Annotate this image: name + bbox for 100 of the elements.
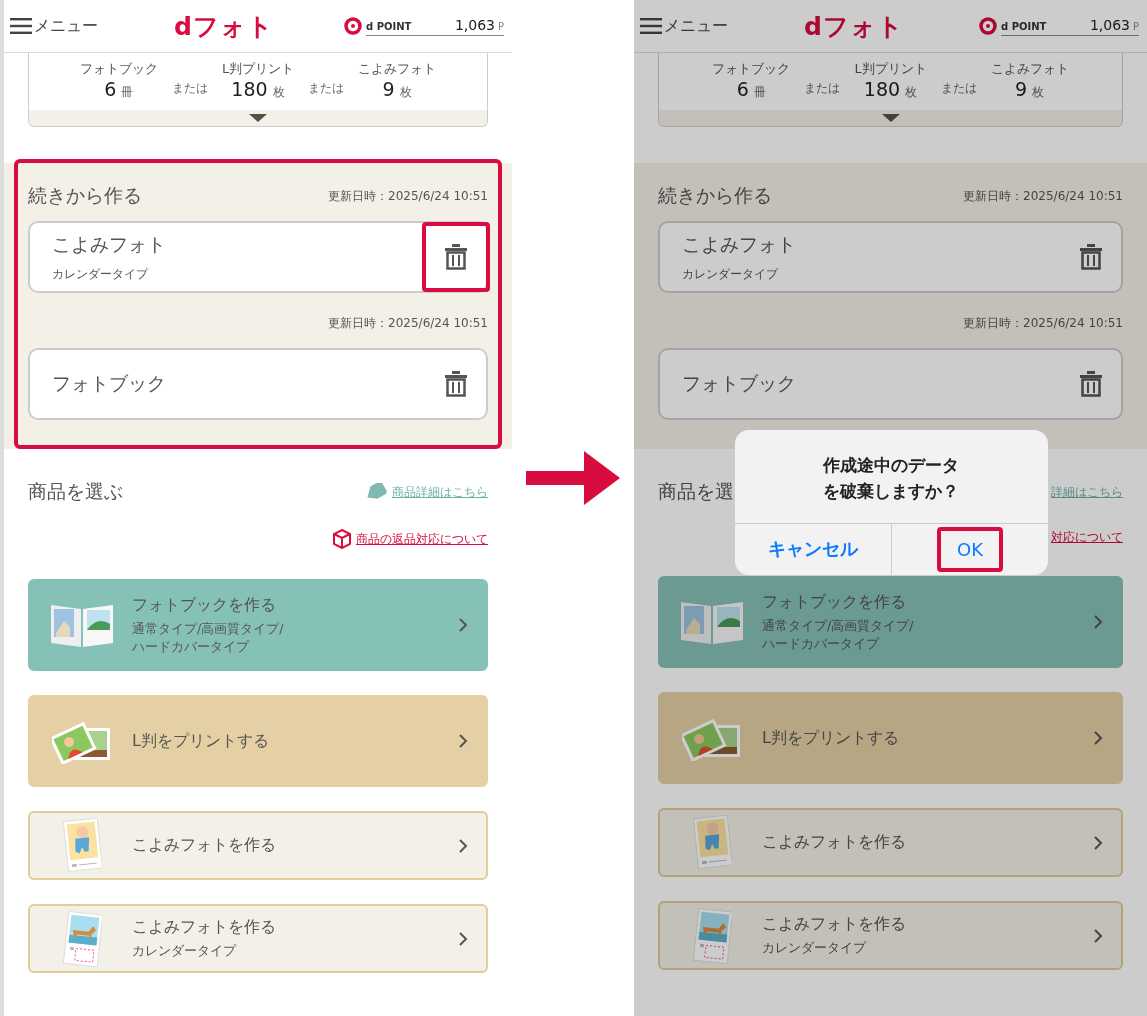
section-title: 続きから作る [658,183,772,208]
count-unit: 枚 [905,85,918,99]
draft-subtitle: カレンダータイプ [682,265,780,283]
draft-name: こよみフォト [682,231,797,257]
dialog-button[interactable]: OK [937,526,1003,572]
updated-time: 更新日時：2025/6/24 10:51 [963,187,1123,205]
count-value: 9 [1015,78,1028,100]
product-title: L判をプリントする [762,727,900,749]
product-subtitle: カレンダータイプ [762,939,868,957]
expand-icon[interactable] [249,114,267,122]
expand-icon[interactable] [881,114,900,122]
connector-text: または [171,80,208,97]
points-logo-icon [344,17,362,35]
chevron-right-icon [458,930,468,947]
points-value: 1,063 [454,16,495,33]
product-title: こよみフォトを作る [762,914,907,936]
chevron-right-icon [1093,730,1103,746]
trash-icon [445,371,467,397]
arrow-icon [526,451,620,505]
trash-icon [1080,244,1102,270]
draft-card[interactable]: こよみフォト カレンダータイプ [28,221,488,293]
count-unit: 冊 [121,85,134,99]
product-title: こよみフォトを作る [762,832,907,853]
points-label: d POINT [1001,20,1048,32]
points-value: 1,063 [1089,16,1130,33]
product-subtitle: カレンダータイプ [132,942,238,960]
points-unit: P [497,20,504,32]
product-label: L判プリント [854,60,927,78]
returns-link[interactable]: 商品の返品対応について [356,530,488,548]
product-card[interactable]: こよみフォトを作る [28,811,488,880]
updated-time: 更新日時：2025/6/24 10:51 [963,315,1123,332]
count-value: 6 [736,78,749,100]
product-title: フォトブックを作る [762,592,907,613]
product-card[interactable]: L判をプリントする [658,692,1123,784]
connector-text: または [940,80,977,97]
draft-name: フォトブック [682,371,797,396]
draft-card[interactable]: フォトブック [658,348,1123,420]
section-title: 商品を選ぶ [28,479,123,504]
updated-time: 更新日時：2025/6/24 10:51 [328,315,488,332]
chevron-right-icon [458,837,468,854]
menu-icon[interactable] [640,18,662,34]
trash-icon [445,244,467,270]
chevron-right-icon [458,617,468,633]
product-title: こよみフォトを作る [132,917,277,939]
draft-subtitle: カレンダータイプ [52,265,150,283]
photo-book-icon [51,603,113,647]
chevron-right-icon [1093,927,1103,944]
updated-time: 更新日時：2025/6/24 10:51 [328,187,488,205]
points-logo-icon [979,17,997,35]
draft-card[interactable]: こよみフォト カレンダータイプ [658,221,1123,293]
trash-icon [1080,371,1102,397]
section-title: 続きから作る [28,183,142,208]
menu-icon[interactable] [10,18,32,34]
chevron-right-icon [1093,614,1103,630]
app-logo: dフォト [173,10,275,43]
count-value: 180 [863,78,901,100]
dialog-message: 作成途中のデータを破棄しますか？ [821,454,961,504]
product-title: L判をプリントする [132,730,270,752]
menu-label[interactable]: メニュー [34,15,98,37]
chevron-right-icon [458,733,468,749]
count-unit: 冊 [753,85,766,99]
points-label: d POINT [366,20,413,32]
calendar-photo-icon [62,817,102,874]
count-unit: 枚 [272,85,285,99]
product-label: こよみフォト [990,60,1069,78]
delete-button[interactable] [422,222,490,292]
product-card[interactable]: L判をプリントする [28,695,488,787]
product-title: フォトブックを作る [132,595,277,616]
chevron-right-icon [1093,834,1103,851]
product-card[interactable]: こよみフォトを作る カレンダータイプ [658,901,1123,970]
draft-name: フォトブック [52,371,167,396]
calendar-photo-icon [692,907,732,964]
product-card[interactable]: こよみフォトを作る [658,808,1123,877]
product-subtitle: 通常タイプ/高画質タイプ/ ハードカバータイプ [132,620,285,655]
points-unit: P [1132,20,1139,32]
count-value: 9 [382,78,395,100]
product-card[interactable]: フォトブックを作る 通常タイプ/高画質タイプ/ ハードカバータイプ [28,579,488,671]
returns-link[interactable]: 対応について [1051,529,1123,546]
product-label: フォトブック [712,60,791,78]
app-logo: dフォト [803,10,905,43]
section-title: 商品を選 [658,479,734,504]
count-unit: 枚 [399,85,412,99]
count-value: 180 [231,78,268,100]
count-value: 6 [104,78,117,100]
dialog-button[interactable]: キャンセル [748,525,878,574]
product-label: フォトブック [79,60,158,78]
draft-name: こよみフォト [52,231,167,257]
product-subtitle: 通常タイプ/高画質タイプ/ ハードカバータイプ [762,617,915,652]
menu-label[interactable]: メニュー [664,15,728,37]
draft-card[interactable]: フォトブック [28,348,488,420]
connector-text: または [308,80,345,97]
calendar-photo-icon [692,814,732,871]
product-title: こよみフォトを作る [132,835,277,856]
count-unit: 枚 [1032,85,1045,99]
product-card[interactable]: こよみフォトを作る カレンダータイプ [28,904,488,973]
calendar-photo-icon [62,910,102,967]
product-card[interactable]: フォトブックを作る 通常タイプ/高画質タイプ/ ハードカバータイプ [658,576,1123,668]
photo-book-icon [681,600,743,644]
product-label: こよみフォト [358,60,437,78]
product-label: L判プリント [221,60,295,78]
